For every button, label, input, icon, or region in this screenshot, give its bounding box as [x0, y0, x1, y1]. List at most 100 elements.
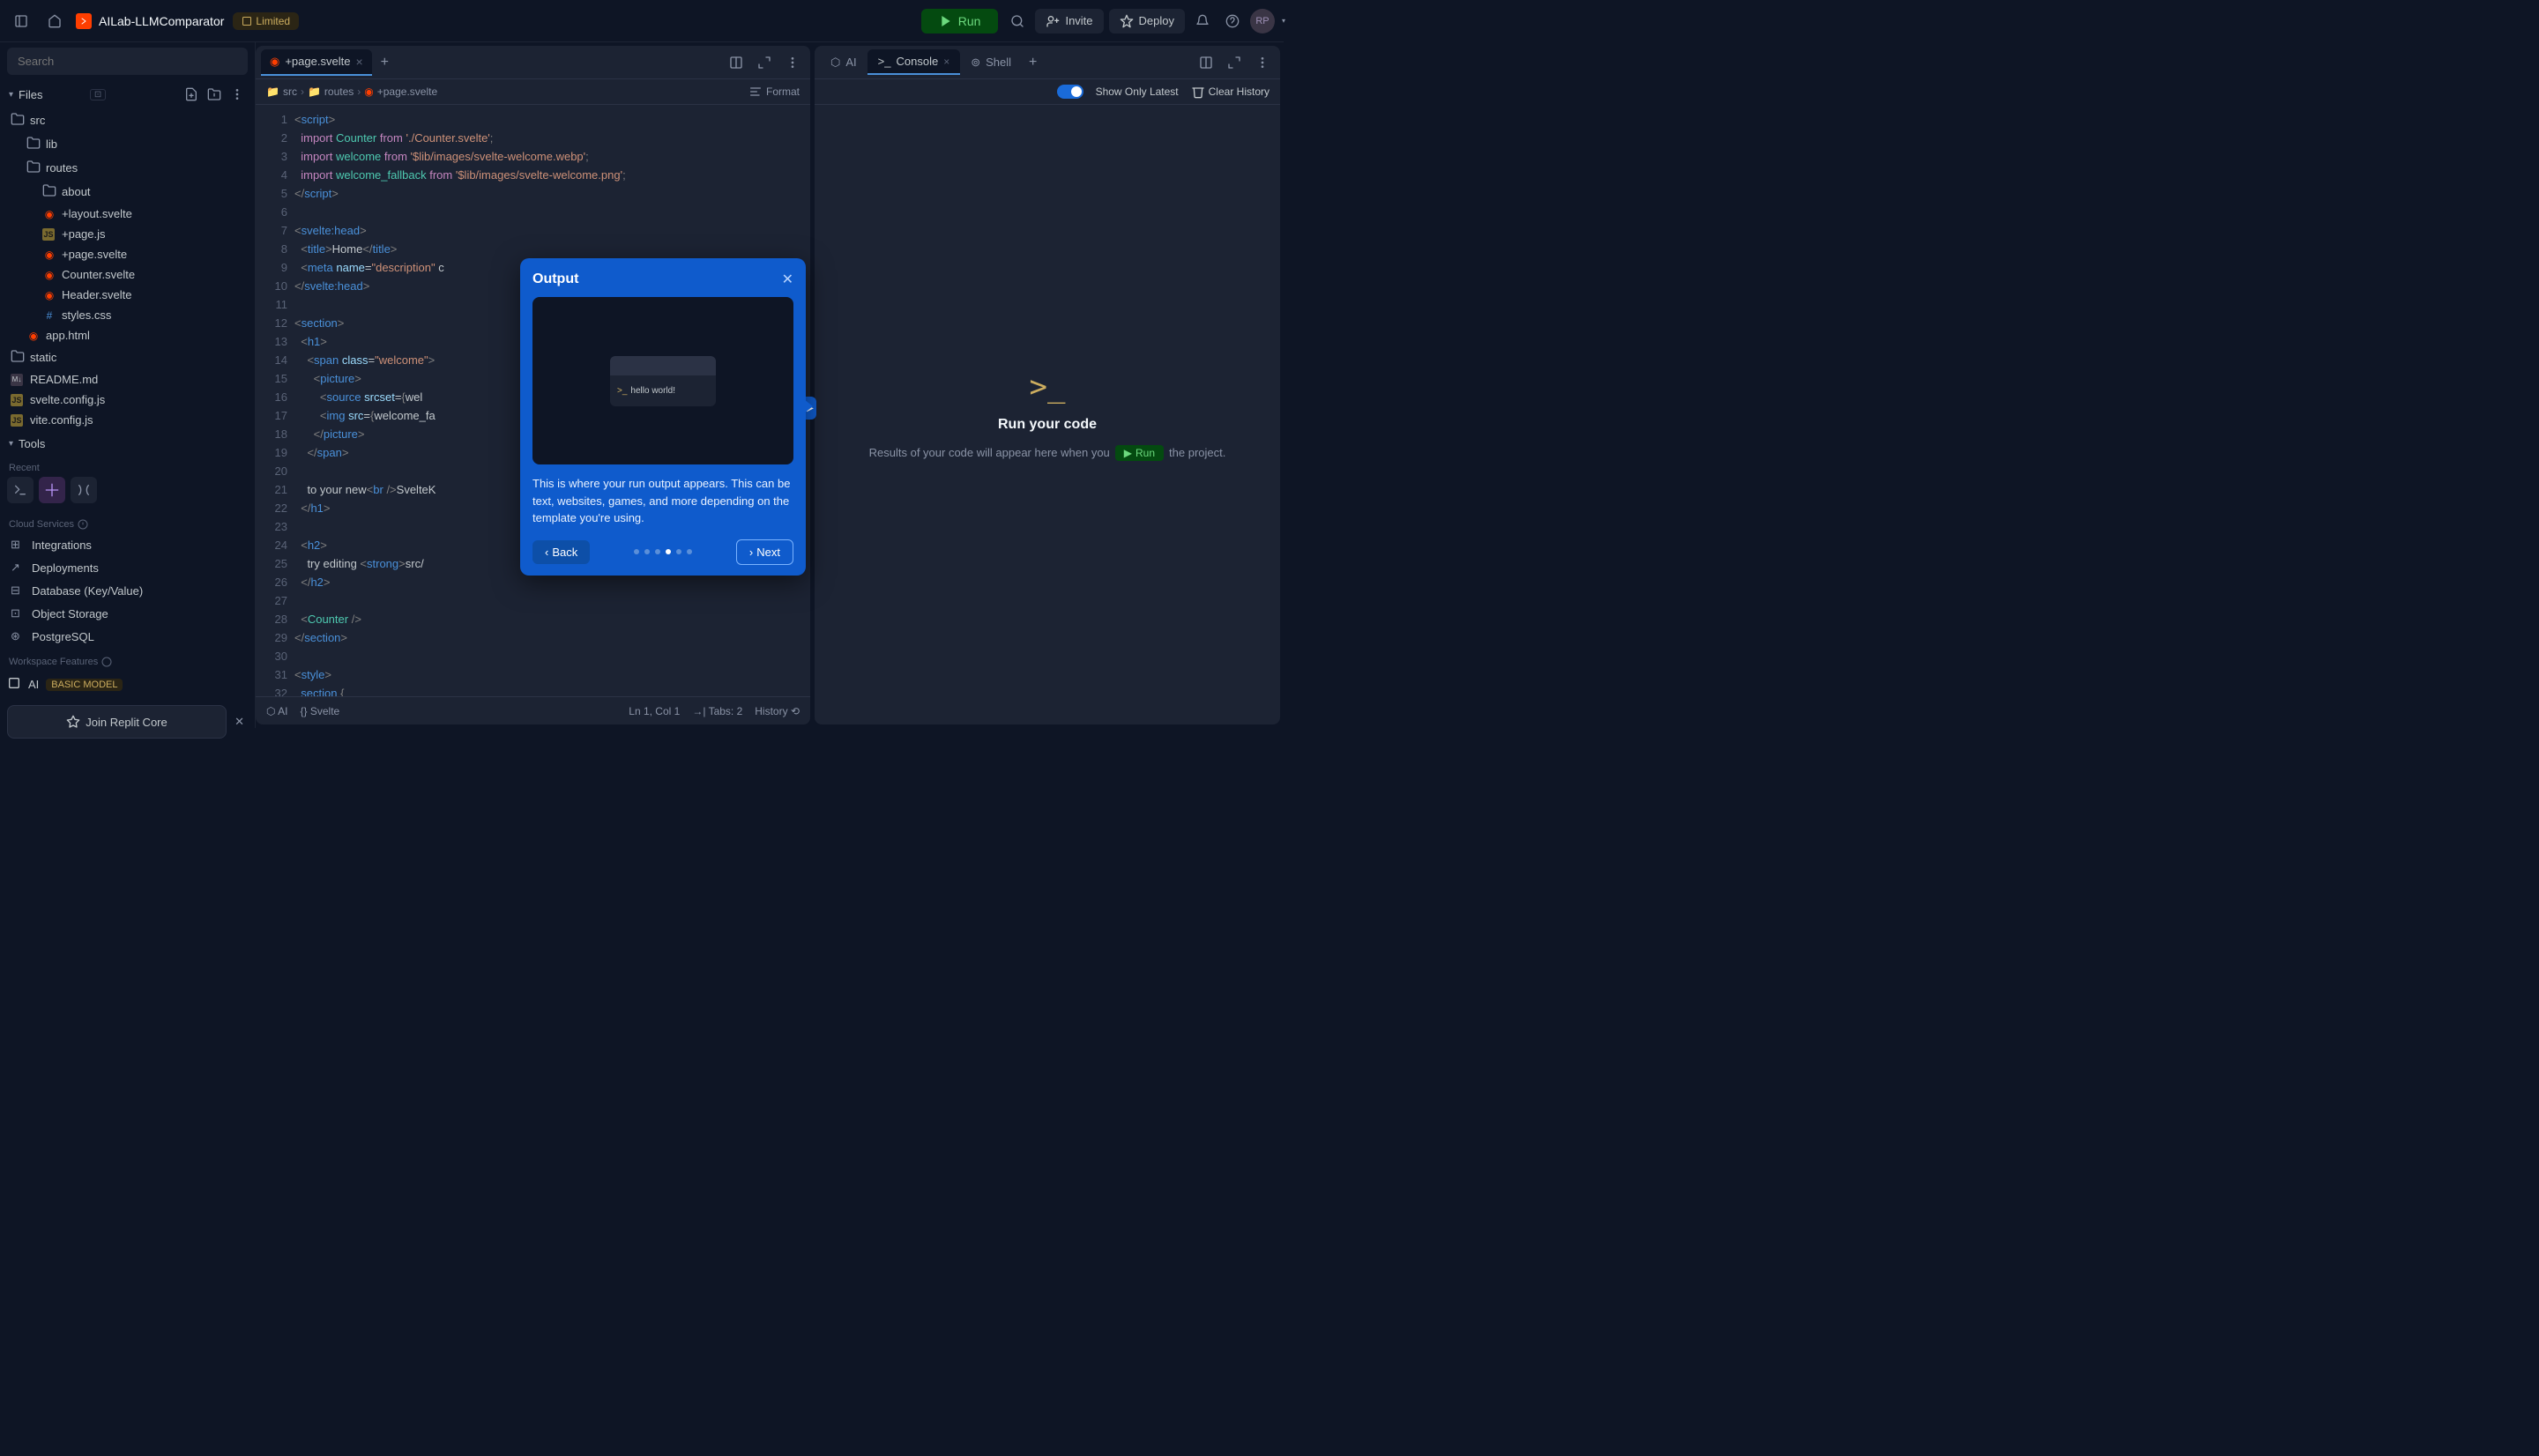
- file-tree-item[interactable]: lib: [4, 132, 251, 156]
- ai-model-badge: BASIC MODEL: [46, 679, 123, 691]
- show-only-label: Show Only Latest: [1096, 85, 1179, 98]
- help-icon[interactable]: [1220, 9, 1245, 33]
- deploy-button[interactable]: Deploy: [1109, 9, 1185, 33]
- file-tree-item[interactable]: JSsvelte.config.js: [4, 390, 251, 410]
- sidebar-toggle-icon[interactable]: [9, 9, 34, 33]
- deploy-tool[interactable]: [39, 477, 65, 503]
- service-item[interactable]: ⊡Object Storage: [4, 602, 251, 625]
- home-icon[interactable]: [42, 9, 67, 33]
- tour-description: This is where your run output appears. T…: [532, 475, 793, 527]
- new-file-icon[interactable]: [182, 85, 200, 103]
- chevron-down-icon: ▾: [9, 90, 13, 100]
- tools-header[interactable]: ▾ Tools: [0, 430, 255, 454]
- tour-title: Output: [532, 271, 578, 287]
- folder-icon: [26, 160, 41, 176]
- folder-icon: [42, 183, 56, 200]
- files-header[interactable]: ▾ Files ⊡: [0, 80, 255, 108]
- file-tree-item[interactable]: JSvite.config.js: [4, 410, 251, 430]
- add-tab-button[interactable]: +: [374, 55, 396, 71]
- prompt-icon: >_: [1030, 369, 1066, 405]
- run-button[interactable]: Run: [921, 9, 999, 33]
- tour-back-button[interactable]: ‹Back: [532, 540, 590, 564]
- svelte-icon: ◉: [42, 249, 56, 261]
- history-button[interactable]: History ⟲: [755, 705, 800, 717]
- file-tree-item[interactable]: JS+page.js: [4, 224, 251, 244]
- avatar[interactable]: RP▾: [1250, 9, 1275, 33]
- tab-shell[interactable]: ⊚Shell: [960, 50, 1022, 75]
- new-folder-icon[interactable]: [205, 85, 223, 103]
- join-core-button[interactable]: Join Replit Core: [7, 705, 227, 739]
- ai-status[interactable]: ⬡ AI: [266, 705, 288, 717]
- file-tree-item[interactable]: ◉Counter.svelte: [4, 264, 251, 285]
- split-icon[interactable]: [1194, 50, 1218, 75]
- svelte-icon: ◉: [26, 330, 41, 342]
- svelte-icon: ◉: [270, 55, 279, 69]
- folder-icon: [26, 136, 41, 152]
- file-tree-item[interactable]: routes: [4, 156, 251, 180]
- svelte-logo-icon: [76, 13, 92, 29]
- file-tree-item[interactable]: static: [4, 345, 251, 369]
- file-tree-item[interactable]: src: [4, 108, 251, 132]
- folder-icon: [11, 349, 25, 366]
- file-tree-item[interactable]: M↓README.md: [4, 369, 251, 390]
- tab-ai[interactable]: ⬡AI: [820, 50, 867, 75]
- show-only-latest-toggle[interactable]: [1057, 85, 1083, 99]
- file-tree-item[interactable]: ◉+page.svelte: [4, 244, 251, 264]
- project-title[interactable]: AILab-LLMComparator: [76, 13, 224, 29]
- split-icon[interactable]: [724, 50, 748, 75]
- js-icon: JS: [11, 414, 25, 427]
- file-tree-item[interactable]: #styles.css: [4, 305, 251, 325]
- file-tree-item[interactable]: ◉Header.svelte: [4, 285, 251, 305]
- search-icon[interactable]: [1005, 9, 1030, 33]
- service-item[interactable]: ↗Deployments: [4, 556, 251, 579]
- service-item[interactable]: ⊟Database (Key/Value): [4, 579, 251, 602]
- mini-run-badge: ▶ Run: [1115, 445, 1164, 461]
- shell-tool[interactable]: [71, 477, 97, 503]
- limited-badge[interactable]: Limited: [233, 12, 299, 30]
- more-icon[interactable]: [228, 85, 246, 103]
- editor-tab[interactable]: ◉ +page.svelte ×: [261, 49, 372, 76]
- notifications-icon[interactable]: [1190, 9, 1215, 33]
- close-icon[interactable]: ✕: [235, 715, 244, 729]
- ai-icon: ⬡: [830, 56, 840, 70]
- close-tab-icon[interactable]: ×: [355, 55, 362, 69]
- css-icon: #: [42, 309, 56, 322]
- invite-button[interactable]: Invite: [1035, 9, 1103, 33]
- folder-icon: 📁: [308, 85, 321, 98]
- expand-icon[interactable]: [752, 50, 777, 75]
- format-icon: [748, 85, 763, 99]
- chevron-down-icon: ▾: [9, 439, 13, 449]
- file-tree-item[interactable]: ◉app.html: [4, 325, 251, 345]
- file-tree-item[interactable]: about: [4, 180, 251, 204]
- tour-preview: >_hello world!: [532, 297, 793, 464]
- search-input[interactable]: [7, 48, 248, 75]
- svelte-icon: ◉: [364, 85, 373, 98]
- more-icon[interactable]: [1250, 50, 1275, 75]
- tab-console[interactable]: >_Console×: [867, 49, 961, 75]
- clear-history-button[interactable]: Clear History: [1191, 85, 1270, 99]
- language-status[interactable]: {} Svelte: [301, 705, 340, 717]
- format-button[interactable]: Format: [766, 85, 800, 98]
- tour-close-button[interactable]: ✕: [782, 271, 793, 288]
- file-tree-item[interactable]: ◉+layout.svelte: [4, 204, 251, 224]
- ai-feature-row[interactable]: AI BASIC MODEL: [0, 671, 255, 698]
- folder-icon: 📁: [266, 85, 279, 98]
- console-icon: >_: [878, 55, 891, 68]
- service-item[interactable]: ⊛PostgreSQL: [4, 625, 251, 648]
- md-icon: M↓: [11, 374, 25, 386]
- tour-popover: Output ✕ >_hello world! This is where yo…: [520, 258, 806, 576]
- console-empty-desc: Results of your code will appear here wh…: [869, 445, 1226, 461]
- js-icon: JS: [11, 394, 25, 406]
- console-tool[interactable]: [7, 477, 34, 503]
- shell-icon: ⊚: [971, 56, 980, 70]
- tour-progress-dots: [634, 549, 692, 554]
- svelte-icon: ◉: [42, 208, 56, 220]
- tour-next-button[interactable]: ›Next: [736, 539, 793, 565]
- tabs-indicator[interactable]: →| Tabs: 2: [692, 705, 742, 717]
- service-item[interactable]: ⊞Integrations: [4, 533, 251, 556]
- close-icon[interactable]: ×: [943, 56, 949, 68]
- add-tab-button[interactable]: +: [1022, 55, 1044, 71]
- expand-icon[interactable]: [1222, 50, 1247, 75]
- folder-icon: [11, 112, 25, 129]
- more-icon[interactable]: [780, 50, 805, 75]
